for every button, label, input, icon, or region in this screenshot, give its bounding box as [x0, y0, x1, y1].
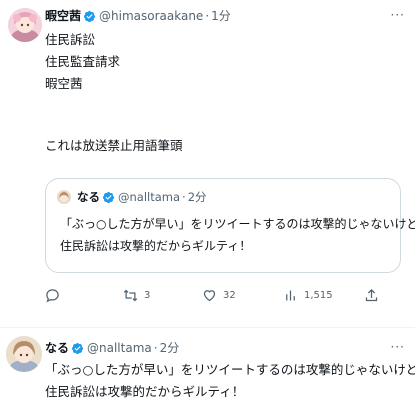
tweet-header: 暇空茜 @himasoraakane · 1分 [45, 9, 231, 23]
verified-badge-icon [102, 191, 115, 203]
heart-icon [203, 290, 216, 302]
quote-avatar [57, 190, 71, 204]
tweet-header: なる @nalltama · 2分 [45, 341, 179, 355]
handle[interactable]: @nalltama [87, 341, 152, 355]
tweet-text-line: これは放送禁止用語筆頭 [45, 138, 183, 153]
retweet-icon [123, 289, 138, 302]
avatar-image [8, 8, 42, 42]
retweet-count: 3 [144, 290, 151, 301]
tweet-text-line: 「ぶっ○した方が早い」をリツイートするのは攻撃的じゃないけど [45, 362, 415, 377]
verified-badge-icon [83, 10, 96, 22]
reply-button[interactable] [45, 288, 66, 303]
timestamp[interactable]: 2分 [160, 341, 180, 355]
avatar-image [6, 336, 42, 372]
share-button[interactable] [364, 288, 379, 303]
separator-dot: · [182, 190, 186, 204]
quote-timestamp: 2分 [187, 190, 207, 204]
quote-handle: @nalltama [118, 190, 181, 204]
reply-icon [46, 289, 59, 303]
timestamp[interactable]: 1分 [211, 9, 231, 23]
display-name[interactable]: なる [45, 341, 69, 355]
tweet-text-line: 住民訴訟は攻撃的だからギルティ！ [45, 384, 245, 399]
display-name[interactable]: 暇空茜 [45, 9, 81, 23]
tweet-text-line: 暇空茜 [45, 76, 83, 91]
tweet-text-line: 住民監査請求 [45, 54, 121, 69]
like-button[interactable]: 32 [202, 288, 236, 303]
more-options-icon[interactable]: ··· [391, 340, 405, 354]
avatar[interactable] [6, 336, 42, 372]
tweet-actions: 3 32 1,515 [0, 288, 415, 310]
avatar[interactable] [8, 8, 42, 42]
separator-dot: · [205, 9, 210, 23]
verified-badge-icon [71, 342, 84, 354]
views-count: 1,515 [304, 290, 333, 301]
separator-dot: · [153, 341, 158, 355]
quote-display-name: なる [77, 190, 100, 204]
quote-header: なる @nalltama · 2分 [77, 190, 207, 204]
views-button[interactable]: 1,515 [283, 288, 333, 303]
share-icon [365, 288, 378, 302]
views-chart-icon [286, 290, 295, 301]
handle[interactable]: @himasoraakane [99, 9, 203, 23]
like-count: 32 [223, 290, 236, 301]
tweet-text-line: 住民訴訟 [45, 32, 96, 47]
more-options-icon[interactable]: ··· [391, 8, 405, 22]
retweet-button[interactable]: 3 [123, 288, 150, 303]
tweet-himasoraakane[interactable] [0, 0, 415, 327]
quote-text-line: 住民訴訟は攻撃的だからギルティ！ [60, 239, 252, 253]
quote-text-line: 「ぶっ○した方が早い」をリツイートするのは攻撃的じゃないけど [60, 217, 415, 231]
